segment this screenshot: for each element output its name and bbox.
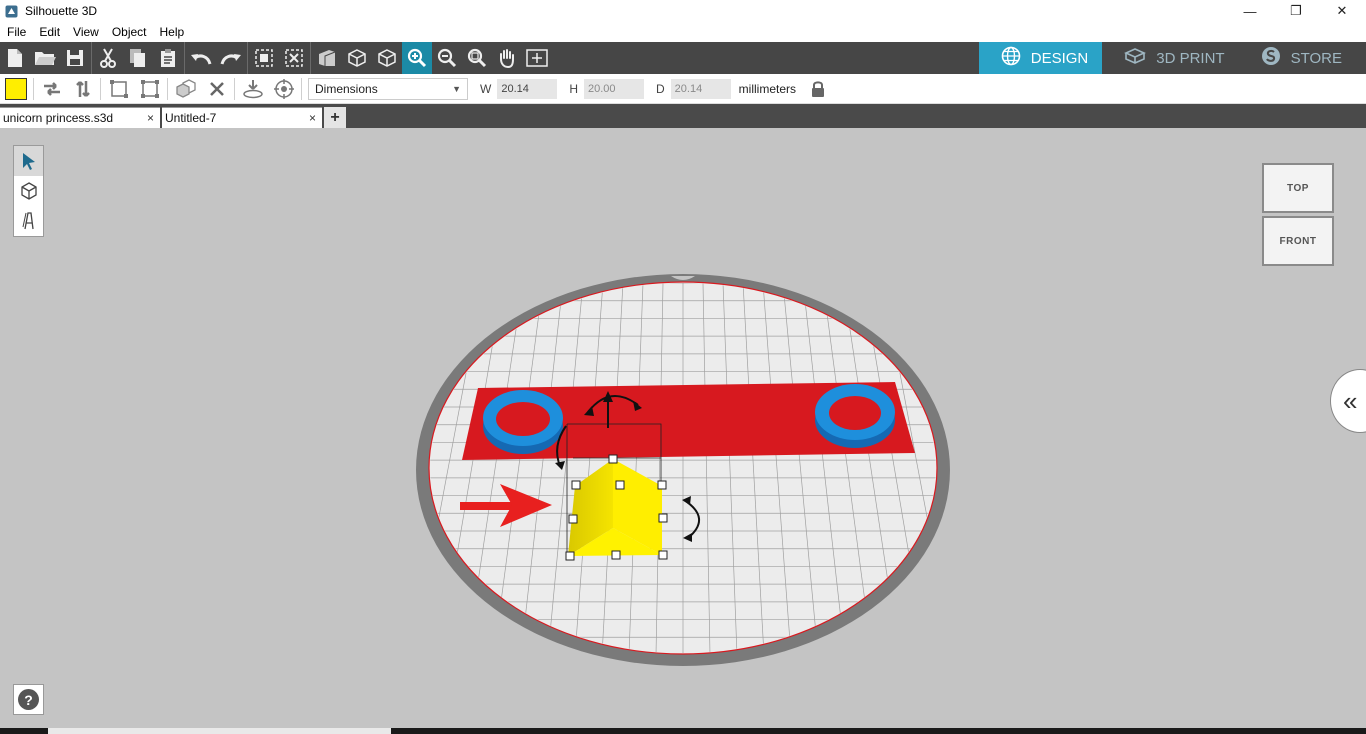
height-field[interactable]: 20.00 [584, 78, 644, 99]
drop-to-plate-icon[interactable] [237, 74, 268, 104]
printer-icon [1124, 47, 1147, 69]
height-label: H [569, 81, 578, 96]
tab-design-label: DESIGN [1030, 49, 1089, 67]
taskbar-strip [0, 728, 1366, 734]
grid-line [332, 283, 423, 655]
save-icon[interactable] [60, 42, 90, 74]
menu-help[interactable]: Help [153, 25, 191, 39]
scale-icon[interactable] [103, 74, 134, 104]
globe-icon [1001, 46, 1021, 70]
3d-viewport[interactable] [0, 128, 1366, 728]
lock-aspect-icon[interactable] [810, 80, 826, 98]
blue-ring-right [815, 384, 895, 448]
duplicate-object-icon[interactable] [170, 74, 201, 104]
pan-hand-icon[interactable] [492, 42, 522, 74]
toolbar-divider [234, 77, 235, 100]
maximize-button[interactable]: ❐ [1273, 0, 1319, 22]
redo-icon[interactable] [216, 42, 246, 74]
toolbar-divider [310, 42, 311, 74]
box-view-icon[interactable] [342, 42, 372, 74]
open-folder-icon[interactable] [30, 42, 60, 74]
dimensions-dropdown-value: Dimensions [315, 81, 378, 96]
menu-edit[interactable]: Edit [32, 25, 66, 39]
select-tool-icon[interactable] [14, 146, 43, 176]
view-cube-top[interactable]: TOP [1262, 163, 1334, 213]
view-cube-front[interactable]: FRONT [1262, 216, 1334, 266]
center-object-icon[interactable] [268, 74, 299, 104]
blue-ring-left [483, 390, 563, 454]
menu-object[interactable]: Object [105, 25, 153, 39]
toolbar-divider [167, 77, 168, 100]
add-tab-button[interactable]: + [324, 107, 346, 128]
delete-icon[interactable] [201, 74, 232, 104]
tab-design[interactable]: DESIGN [978, 42, 1103, 74]
color-swatch-button[interactable] [0, 74, 31, 104]
chevron-down-icon: ▼ [452, 83, 461, 94]
properties-toolbar: Dimensions ▼ W 20.14 H 20.00 D 20.14 mil… [0, 74, 1366, 104]
title-bar: Silhouette 3D [0, 0, 1366, 22]
scene-canvas[interactable] [0, 128, 1366, 728]
left-tool-palette [13, 145, 44, 237]
width-label: W [480, 81, 492, 96]
zoom-out-icon[interactable] [432, 42, 462, 74]
toolbar-divider [91, 42, 92, 74]
tab-3d-print-label: 3D PRINT [1156, 49, 1225, 67]
dimensions-dropdown[interactable]: Dimensions ▼ [308, 77, 468, 100]
grid-line [305, 283, 403, 655]
zoom-fit-icon[interactable] [462, 42, 492, 74]
box-outline-icon[interactable] [372, 42, 402, 74]
shapes-tool-icon[interactable] [14, 176, 43, 206]
toolbar-divider [301, 77, 302, 100]
unit-label: millimeters [738, 81, 797, 96]
resize-icon[interactable] [134, 74, 165, 104]
toolbar-divider [184, 42, 185, 74]
tab-3d-print[interactable]: 3D PRINT [1102, 42, 1238, 74]
taskbar-segment [48, 728, 391, 734]
tab-label: Untitled-7 [165, 111, 217, 125]
minimize-button[interactable]: — [1227, 0, 1273, 22]
tab-untitled-7[interactable]: Untitled-7 × [162, 107, 322, 128]
tab-unicorn-princess[interactable]: unicorn princess.s3d × [0, 107, 160, 128]
tab-store-label: STORE [1290, 49, 1342, 67]
width-field[interactable]: 20.14 [497, 78, 558, 99]
menu-file[interactable]: File [0, 25, 32, 39]
document-tab-strip: unicorn princess.s3d × Untitled-7 × + [0, 104, 1366, 128]
frame-icon[interactable] [522, 42, 552, 74]
ungroup-icon[interactable] [279, 42, 309, 74]
paste-icon[interactable] [153, 42, 183, 74]
cut-icon[interactable] [93, 42, 123, 74]
tab-store[interactable]: STORE [1239, 42, 1366, 74]
menu-view[interactable]: View [66, 25, 105, 39]
app-logo-icon [5, 4, 19, 18]
window-title: Silhouette 3D [25, 4, 98, 18]
group-icon[interactable] [249, 42, 279, 74]
flip-horizontal-icon[interactable] [36, 74, 67, 104]
menu-bar: File Edit View Object Help [0, 22, 1366, 42]
help-button[interactable]: ? [13, 684, 44, 715]
view-cube[interactable]: TOP FRONT [1262, 163, 1336, 267]
grid-line [943, 283, 1034, 655]
help-icon: ? [18, 689, 39, 710]
tab-label: unicorn princess.s3d [3, 111, 114, 125]
toolbar-divider [100, 77, 101, 100]
copy-icon[interactable] [123, 42, 153, 74]
grid-line [963, 283, 1061, 655]
new-file-icon[interactable] [0, 42, 30, 74]
double-chevron-left-icon: « [1343, 385, 1358, 416]
store-s-icon [1261, 46, 1281, 70]
close-tab-icon[interactable]: × [309, 111, 316, 125]
depth-field[interactable]: 20.14 [670, 78, 731, 99]
flip-vertical-icon[interactable] [67, 74, 98, 104]
zoom-in-icon[interactable] [402, 42, 432, 74]
mode-tabs: DESIGN 3D PRINT STORE [978, 42, 1366, 74]
depth-label: D [656, 81, 665, 96]
close-tab-icon[interactable]: × [147, 111, 154, 125]
toolbar-divider [247, 42, 248, 74]
toolbar-divider [33, 77, 34, 100]
perspective-icon[interactable] [312, 42, 342, 74]
close-window-button[interactable]: ✕ [1319, 0, 1365, 22]
color-swatch [4, 77, 27, 100]
undo-icon[interactable] [186, 42, 216, 74]
text-tool-icon[interactable] [14, 206, 43, 236]
